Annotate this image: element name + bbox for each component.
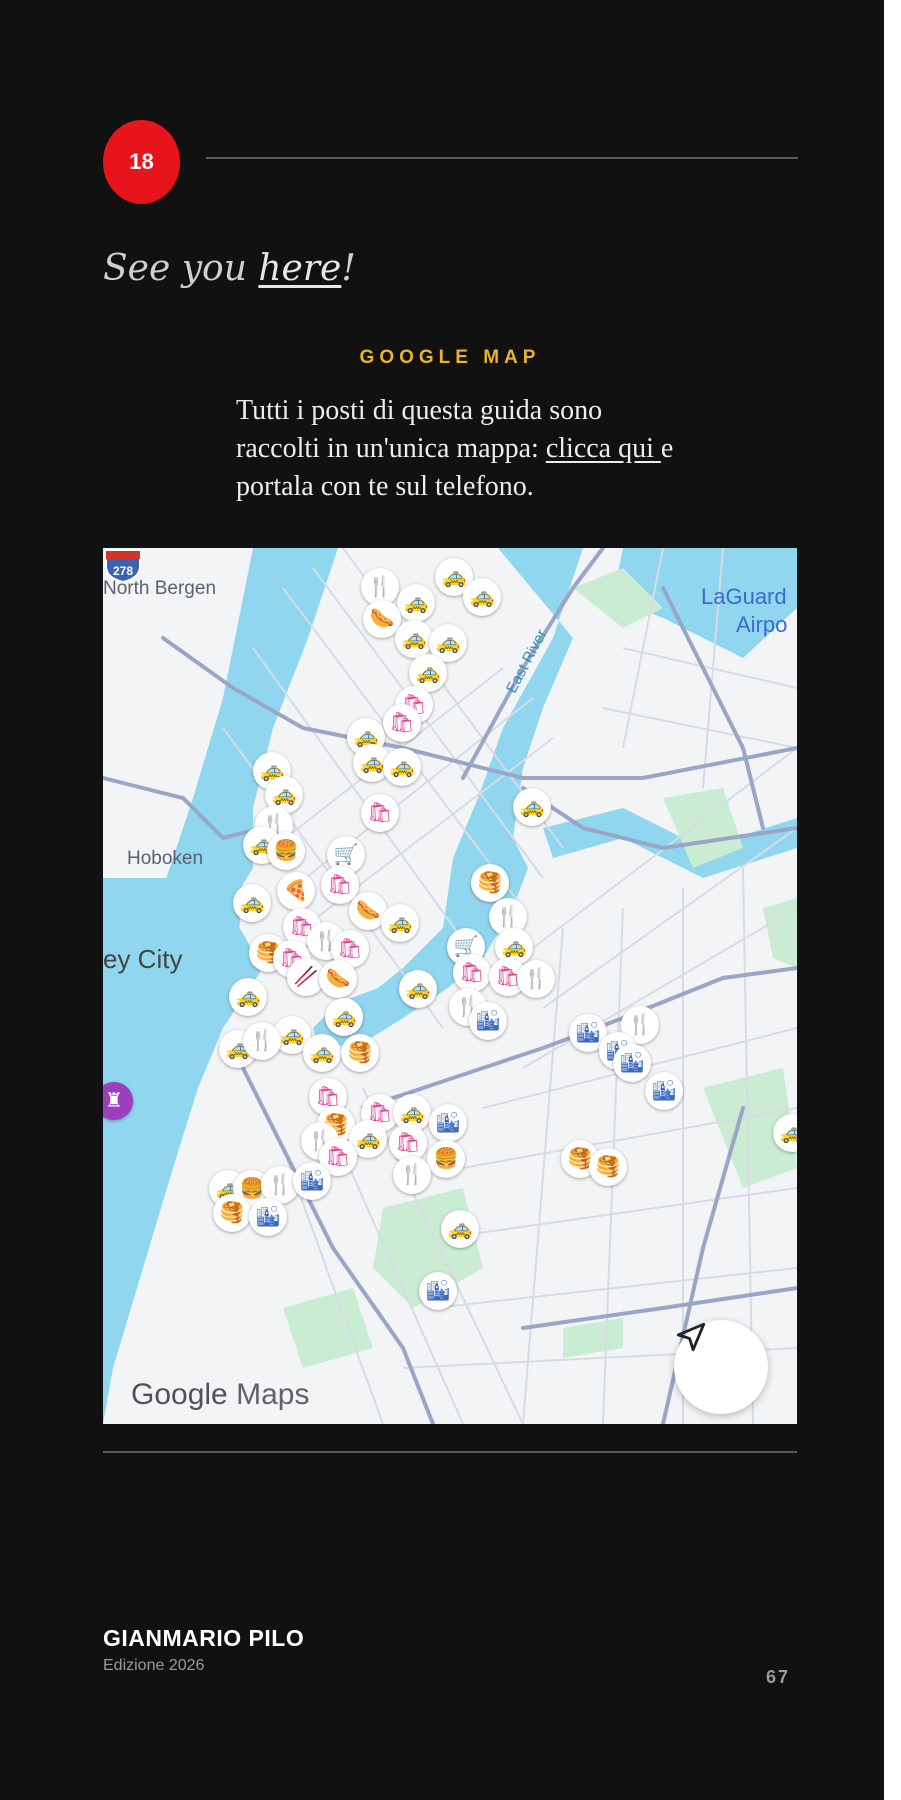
highway-number: 278 [113,564,133,578]
restaurant-pin[interactable]: 🍴 [393,1156,431,1194]
shopping-pin[interactable]: 🛍 [453,954,491,992]
pizza-pin[interactable]: 🍕 [277,872,315,910]
edition-label: Edizione 2026 [103,1657,205,1674]
section-paragraph: Tutti i posti di questa guida sono racco… [236,392,676,506]
heading-here-link[interactable]: here [258,248,341,289]
label-jersey-city: ey City [103,944,183,974]
pancake-pin[interactable]: 🥞 [213,1194,251,1232]
heading-exclamation: ! [341,248,356,289]
taxi-pin[interactable]: 🚕 [395,620,433,658]
cityscape-pin[interactable]: 🏙 [613,1044,651,1082]
taxi-pin[interactable]: 🚕 [397,584,435,622]
label-hoboken: Hoboken [127,848,204,869]
clicca-qui-link[interactable]: clicca qui [546,433,661,464]
cityscape-pin[interactable]: 🏙 [469,1002,507,1040]
header-divider [206,157,798,159]
author-name: GIANMARIO PILO [103,1625,305,1651]
burger-pin[interactable]: 🍔 [267,832,305,870]
label-laguardia-2: Airpo [736,612,788,637]
cityscape-pin[interactable]: 🏙 [429,1104,467,1142]
chapter-number: 18 [129,149,154,174]
taxi-pin[interactable]: 🚕 [229,978,267,1016]
restaurant-pin[interactable]: 🍴 [243,1022,281,1060]
taxi-pin[interactable]: 🚕 [381,904,419,942]
cityscape-pin[interactable]: 🏙 [293,1162,331,1200]
section-kicker: GOOGLE MAP [359,347,541,368]
pancake-pin[interactable]: 🥞 [471,864,509,902]
burger-pin[interactable]: 🍔 [427,1140,465,1178]
taxi-pin[interactable]: 🚕 [513,788,551,826]
taxi-pin[interactable]: 🚕 [441,1210,479,1248]
navigation-button[interactable] [674,1320,768,1414]
shopping-pin[interactable]: 🛍 [383,704,421,742]
cityscape-pin[interactable]: 🏙 [419,1272,457,1310]
hotdog-pin[interactable]: 🌭 [319,960,357,998]
taxi-pin[interactable]: 🚕 [233,884,271,922]
shopping-pin[interactable]: 🛍 [361,794,399,832]
taxi-pin[interactable]: 🚕 [325,998,363,1036]
taxi-pin[interactable]: 🚕 [399,970,437,1008]
page-heading: See you here! [103,248,356,289]
taxi-pin[interactable]: 🚕 [383,748,421,786]
heading-text: See you [103,248,259,289]
navigation-arrow-icon [676,1322,706,1352]
taxi-pin[interactable]: 🚕 [463,578,501,616]
cityscape-pin[interactable]: 🏙 [645,1072,683,1110]
page-number: 67 [765,1667,790,1687]
taxi-pin[interactable]: 🚕 [303,1034,341,1072]
label-laguardia-1: LaGuard [701,584,787,609]
logo-maps-text: Maps [236,1378,310,1411]
footer-divider [103,1451,797,1453]
right-edge-strip [884,0,901,1800]
google-maps-logo: Google Maps [131,1378,309,1412]
restaurant-pin[interactable]: 🍴 [517,960,555,998]
logo-google-text: Google [131,1378,228,1411]
chapter-number-badge: 18 [103,120,180,204]
highway-278-shield: 278 [105,550,141,584]
google-map-embed[interactable]: North Bergen Hoboken ey City East River … [103,548,797,1424]
pancake-pin[interactable]: 🥞 [589,1148,627,1186]
pancake-pin[interactable]: 🥞 [341,1034,379,1072]
cityscape-pin[interactable]: 🏙 [249,1198,287,1236]
